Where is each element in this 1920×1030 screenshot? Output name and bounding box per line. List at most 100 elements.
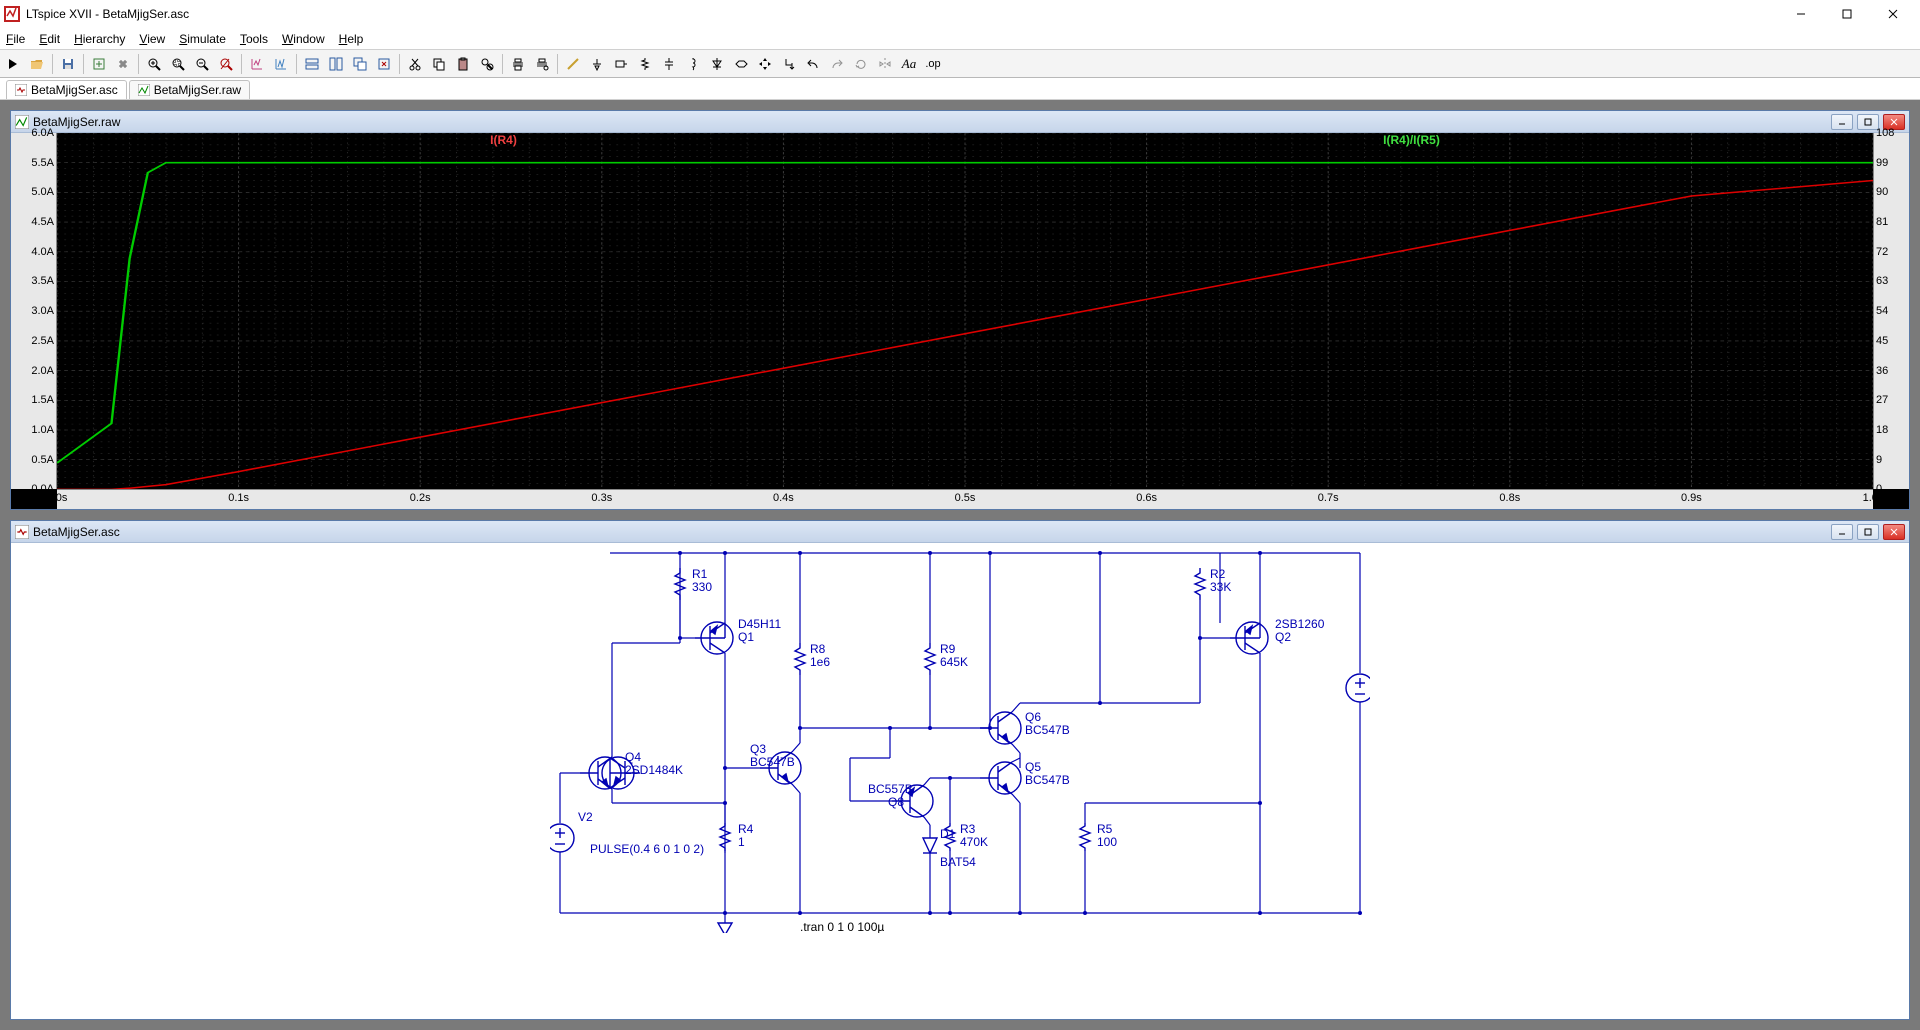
plot-legend: I(R4) I(R4)/I(R5): [57, 133, 1873, 147]
y-axis-right[interactable]: 1089990817263544536271890: [1873, 133, 1909, 489]
menu-file[interactable]: FFileile: [6, 32, 25, 46]
run-button[interactable]: [2, 53, 24, 75]
find-button[interactable]: [476, 53, 498, 75]
schematic-file-icon: [15, 525, 29, 539]
svg-text:645K: 645K: [940, 655, 968, 669]
svg-text:1e6: 1e6: [810, 655, 830, 669]
pane-titlebar: BetaMjigSer.asc: [11, 521, 1909, 543]
menu-hierarchy[interactable]: Hierarchy: [74, 32, 125, 46]
menu-window[interactable]: Window: [282, 32, 325, 46]
cascade-button[interactable]: [349, 53, 371, 75]
doc-tab-asc[interactable]: BetaMjigSer.asc: [6, 80, 127, 99]
svg-text:V2: V2: [578, 810, 593, 824]
svg-text:R4: R4: [738, 822, 754, 836]
tile-vertical-button[interactable]: [325, 53, 347, 75]
wire-button[interactable]: [562, 53, 584, 75]
waveform-file-icon: [138, 84, 150, 96]
text-button[interactable]: Aa: [898, 53, 920, 75]
svg-text:R3: R3: [960, 822, 976, 836]
zoom-out-button[interactable]: [191, 53, 213, 75]
svg-text:Q5: Q5: [1025, 760, 1041, 774]
resistor-button[interactable]: [634, 53, 656, 75]
svg-text:D45H11: D45H11: [738, 617, 781, 631]
open-button[interactable]: [26, 53, 48, 75]
trace-label[interactable]: I(R4)/I(R5): [1383, 133, 1440, 147]
pane-titlebar: BetaMjigSer.raw: [11, 111, 1909, 133]
zoom-in-button[interactable]: [143, 53, 165, 75]
cut-button[interactable]: [404, 53, 426, 75]
undo-button[interactable]: [802, 53, 824, 75]
zoom-fit-button[interactable]: [215, 53, 237, 75]
spice-directive-button[interactable]: .op: [922, 53, 944, 75]
menu-help[interactable]: Help: [339, 32, 364, 46]
component-button[interactable]: [730, 53, 752, 75]
x-axis[interactable]: 0.0s0.1s0.2s0.3s0.4s0.5s0.6s0.7s0.8s0.9s…: [57, 489, 1873, 509]
svg-text:Q4: Q4: [625, 750, 641, 764]
svg-text:1: 1: [738, 835, 745, 849]
pan-button[interactable]: [112, 53, 134, 75]
pane-close-button[interactable]: [1883, 524, 1905, 540]
save-button[interactable]: [57, 53, 79, 75]
paste-button[interactable]: [452, 53, 474, 75]
window-close-button[interactable]: [1870, 0, 1916, 28]
window-title: LTspice XVII - BetaMjigSer.asc: [26, 7, 189, 21]
doc-tab-label: BetaMjigSer.raw: [154, 83, 241, 97]
autorange-y-button[interactable]: [270, 53, 292, 75]
y-axis-left[interactable]: 6.0A5.5A5.0A4.5A4.0A3.5A3.0A2.5A2.0A1.5A…: [11, 133, 57, 489]
tile-horizontal-button[interactable]: [301, 53, 323, 75]
schematic-canvas[interactable]: R1 330 R2 33K D45H1: [11, 543, 1909, 1019]
svg-text:.tran 0 1 0 100µ: .tran 0 1 0 100µ: [800, 920, 884, 933]
window-titlebar: LTspice XVII - BetaMjigSer.asc: [0, 0, 1920, 28]
redo-button[interactable]: [826, 53, 848, 75]
svg-text:R5: R5: [1097, 822, 1113, 836]
plot-svg: [57, 133, 1873, 489]
drag-button[interactable]: [778, 53, 800, 75]
app-icon: [4, 6, 20, 22]
menu-simulate[interactable]: Simulate: [179, 32, 226, 46]
window-minimize-button[interactable]: [1778, 0, 1824, 28]
menu-view[interactable]: View: [139, 32, 165, 46]
menu-tools[interactable]: Tools: [240, 32, 268, 46]
rotate-button[interactable]: [850, 53, 872, 75]
label-net-button[interactable]: [610, 53, 632, 75]
schematic-file-icon: [15, 84, 27, 96]
work-area: BetaMjigSer.raw 6.0A5.5A5.0A4.5A4.0A3.5A…: [0, 100, 1920, 1030]
svg-text:R8: R8: [810, 642, 826, 656]
svg-text:R9: R9: [940, 642, 956, 656]
copy-button[interactable]: [428, 53, 450, 75]
pane-maximize-button[interactable]: [1857, 524, 1879, 540]
mirror-button[interactable]: [874, 53, 896, 75]
svg-text:Q1: Q1: [738, 630, 754, 644]
schematic-pane: BetaMjigSer.asc: [10, 520, 1910, 1020]
svg-text:PULSE(0.4 6 0 1 0 2): PULSE(0.4 6 0 1 0 2): [590, 842, 704, 856]
svg-text:2SB1260: 2SB1260: [1275, 617, 1325, 631]
close-all-button[interactable]: [373, 53, 395, 75]
trace-label[interactable]: I(R4): [490, 133, 517, 147]
svg-text:BC557B: BC557B: [868, 782, 913, 796]
pane-minimize-button[interactable]: [1831, 114, 1853, 130]
svg-text:BC547B: BC547B: [750, 755, 795, 769]
print-button[interactable]: [507, 53, 529, 75]
zoom-area-button[interactable]: [167, 53, 189, 75]
print-setup-button[interactable]: [531, 53, 553, 75]
schematic-button[interactable]: [88, 53, 110, 75]
schematic-svg: R1 330 R2 33K D45H1: [550, 543, 1370, 933]
capacitor-button[interactable]: [658, 53, 680, 75]
plot-area[interactable]: I(R4) I(R4)/I(R5): [57, 133, 1873, 489]
autorange-x-button[interactable]: [246, 53, 268, 75]
diode-button[interactable]: [706, 53, 728, 75]
window-maximize-button[interactable]: [1824, 0, 1870, 28]
inductor-button[interactable]: [682, 53, 704, 75]
ground-button[interactable]: [586, 53, 608, 75]
waveform-plot[interactable]: 6.0A5.5A5.0A4.5A4.0A3.5A3.0A2.5A2.0A1.5A…: [11, 133, 1909, 509]
svg-text:100: 100: [1097, 835, 1117, 849]
svg-text:BC547B: BC547B: [1025, 723, 1070, 737]
svg-text:Q3: Q3: [750, 742, 766, 756]
menu-edit[interactable]: Edit: [39, 32, 60, 46]
move-button[interactable]: [754, 53, 776, 75]
doc-tab-raw[interactable]: BetaMjigSer.raw: [129, 80, 250, 99]
svg-text:330: 330: [692, 580, 712, 594]
pane-minimize-button[interactable]: [1831, 524, 1853, 540]
svg-text:33K: 33K: [1210, 580, 1231, 594]
doc-tab-label: BetaMjigSer.asc: [31, 83, 118, 97]
